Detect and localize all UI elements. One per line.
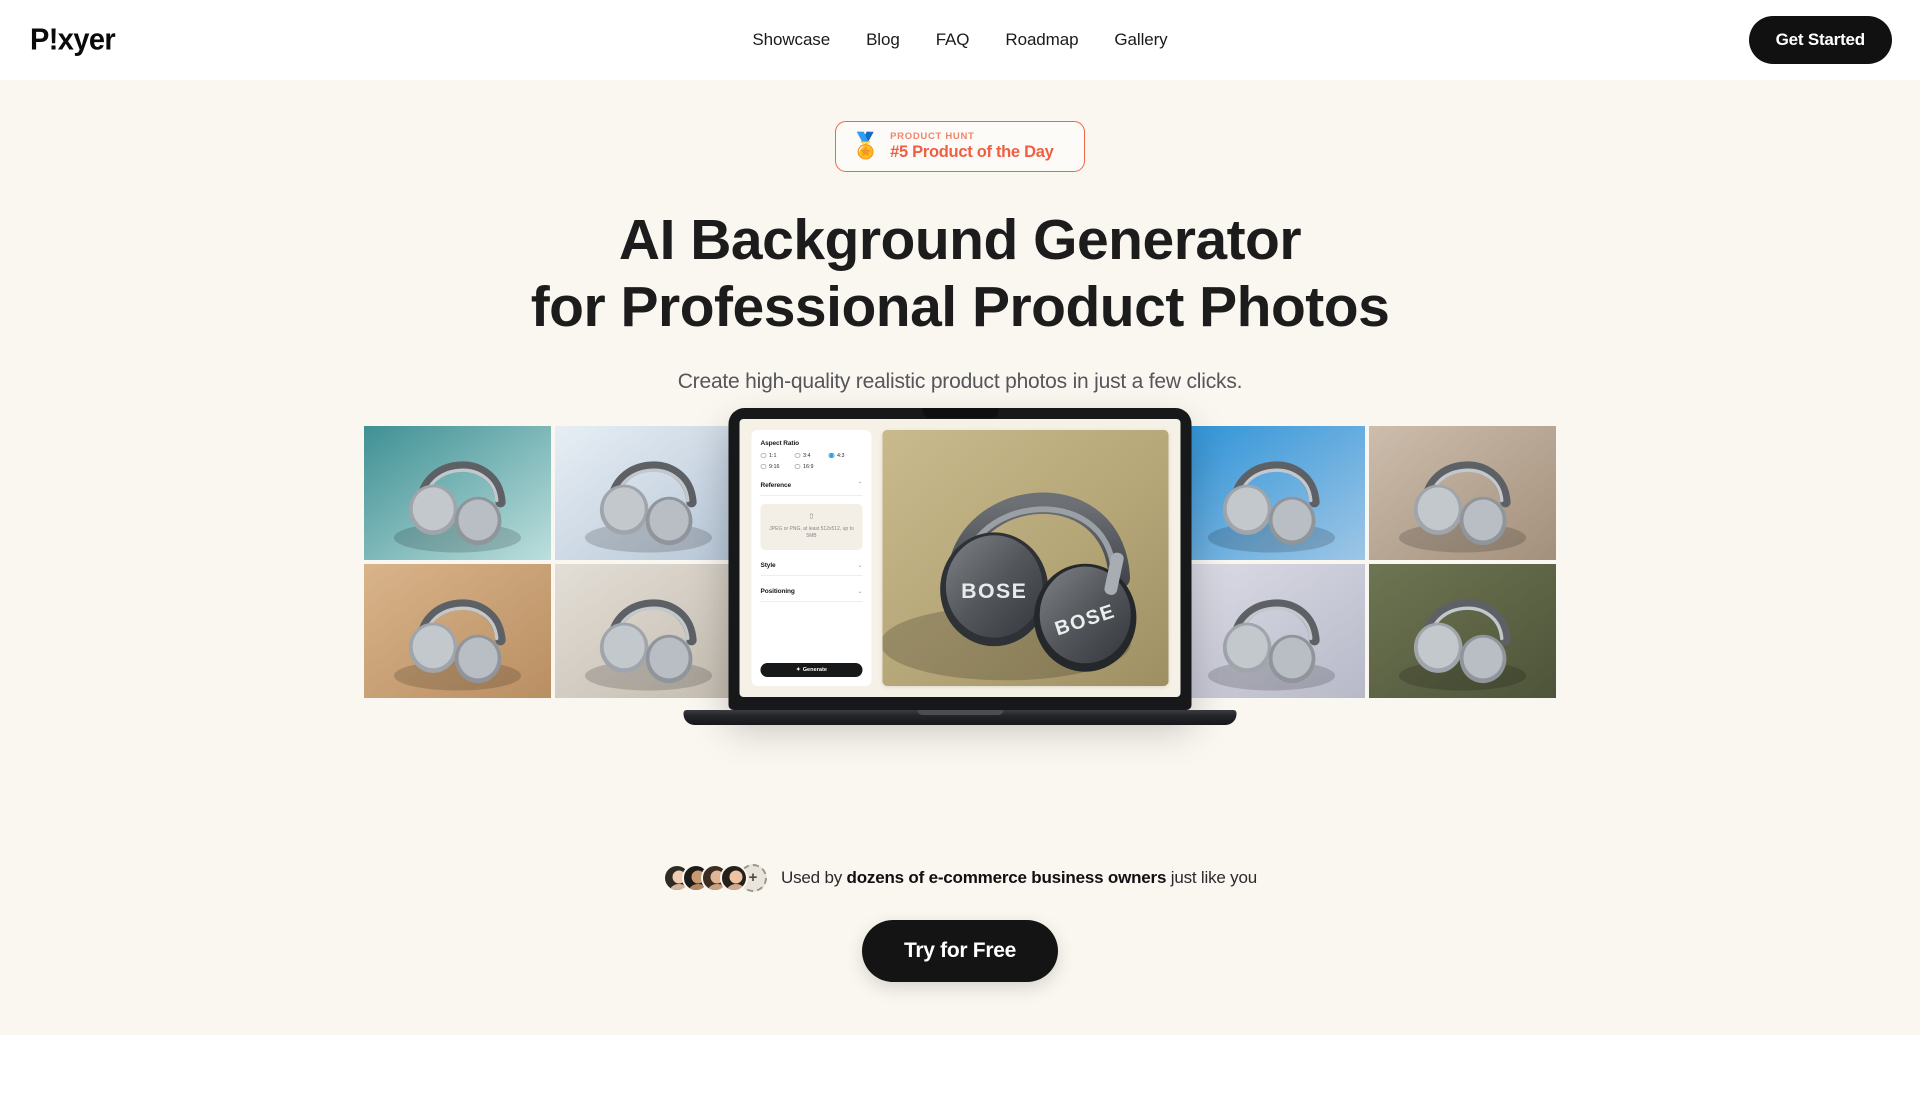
product-hunt-kicker: PRODUCT HUNT bbox=[890, 131, 975, 142]
aspect-ratio-option-3-4[interactable]: 3:4 bbox=[794, 452, 829, 459]
tile-illustration bbox=[1178, 425, 1365, 560]
tile-illustration bbox=[364, 425, 551, 560]
tile-illustration bbox=[555, 425, 742, 560]
tile-illustration bbox=[1369, 425, 1556, 560]
headphones-preview-illustration: BOSE BOSE bbox=[882, 429, 1169, 686]
tile-illustration bbox=[364, 563, 551, 698]
sparkle-icon: ✦ bbox=[796, 666, 801, 673]
generate-button-label: Generate bbox=[802, 666, 827, 673]
social-proof-emphasis: dozens of e-commerce business owners bbox=[846, 867, 1167, 887]
aspect-ratio-option-4-3[interactable]: 4:3 bbox=[828, 452, 863, 459]
nav-link-gallery[interactable]: Gallery bbox=[1114, 30, 1167, 50]
gallery-tile-blue-ice-peaks[interactable] bbox=[1178, 425, 1365, 560]
page-title: AI Background Generator for Professional… bbox=[0, 207, 1920, 342]
nav-link-showcase[interactable]: Showcase bbox=[752, 30, 830, 50]
svg-text:BOSE: BOSE bbox=[961, 578, 1027, 602]
chevron-down-icon: ⌄ bbox=[857, 588, 863, 595]
reference-upload-dropzone[interactable]: ⇧ JPEG or PNG, at least 512x512, up to 5… bbox=[760, 503, 863, 550]
laptop-base bbox=[683, 709, 1237, 725]
nav-link-roadmap[interactable]: Roadmap bbox=[1005, 30, 1078, 50]
generator-control-panel: Aspect Ratio 1:1 3:4 4:3 9:16 16:9 Refer… bbox=[751, 429, 872, 686]
showcase-stage: Aspect Ratio 1:1 3:4 4:3 9:16 16:9 Refer… bbox=[0, 407, 1920, 826]
chevron-down-icon: ⌄ bbox=[857, 562, 863, 569]
aspect-ratio-option-label: 9:16 bbox=[769, 463, 780, 470]
brand-logo[interactable]: P!xyer bbox=[30, 23, 116, 58]
gallery-tile-window-light-linen[interactable] bbox=[555, 563, 742, 698]
tile-illustration bbox=[555, 563, 742, 698]
nav-link-blog[interactable]: Blog bbox=[866, 30, 900, 50]
aspect-ratio-option-label: 4:3 bbox=[837, 452, 845, 459]
style-section-header[interactable]: Style ⌄ bbox=[760, 562, 863, 576]
positioning-label: Positioning bbox=[760, 588, 795, 595]
gallery-tile-cloudscape[interactable] bbox=[555, 425, 742, 560]
aspect-ratio-option-9-16[interactable]: 9:16 bbox=[760, 463, 795, 470]
tile-illustration bbox=[1369, 563, 1556, 698]
try-for-free-button[interactable]: Try for Free bbox=[862, 919, 1058, 982]
aspect-ratio-option-label: 16:9 bbox=[803, 463, 814, 470]
laptop-notch bbox=[922, 407, 998, 418]
social-proof: + Used by dozens of e-commerce business … bbox=[0, 863, 1920, 892]
upload-icon: ⇧ bbox=[808, 511, 815, 521]
panel-spacer bbox=[761, 602, 863, 663]
social-proof-prefix: Used by bbox=[781, 867, 847, 887]
laptop-lid: Aspect Ratio 1:1 3:4 4:3 9:16 16:9 Refer… bbox=[728, 407, 1192, 710]
hero-subheadline: Create high-quality realistic product ph… bbox=[677, 369, 1243, 393]
social-proof-suffix: just like you bbox=[1166, 867, 1257, 887]
laptop-screen: Aspect Ratio 1:1 3:4 4:3 9:16 16:9 Refer… bbox=[739, 418, 1181, 697]
medal-icon: 🏅 bbox=[850, 132, 882, 160]
laptop-mockup: Aspect Ratio 1:1 3:4 4:3 9:16 16:9 Refer… bbox=[683, 407, 1237, 725]
headline-line-1: AI Background Generator bbox=[618, 208, 1302, 272]
gallery-tile-olive-wall-wood[interactable] bbox=[1369, 563, 1556, 698]
nav-link-faq[interactable]: FAQ bbox=[936, 30, 970, 50]
nav-links: Showcase Blog FAQ Roadmap Gallery bbox=[752, 30, 1167, 50]
radio-icon-selected bbox=[828, 452, 834, 459]
aspect-ratio-label: Aspect Ratio bbox=[760, 439, 800, 447]
reference-label: Reference bbox=[760, 481, 792, 489]
social-proof-text: Used by dozens of e-commerce business ow… bbox=[781, 868, 1257, 888]
generate-button[interactable]: ✦ Generate bbox=[760, 662, 863, 677]
gallery-tile-teal-ribbon-abstract[interactable] bbox=[364, 425, 551, 560]
style-label: Style bbox=[760, 562, 776, 569]
chevron-up-icon: ⌃ bbox=[857, 482, 863, 488]
hero-section: 🏅 PRODUCT HUNT #5 Product of the Day AI … bbox=[0, 80, 1920, 1035]
top-navigation-bar: P!xyer Showcase Blog FAQ Roadmap Gallery… bbox=[0, 0, 1920, 80]
radio-icon bbox=[794, 452, 800, 459]
generated-image-preview[interactable]: BOSE BOSE bbox=[882, 429, 1169, 686]
avatar-illustration bbox=[722, 865, 747, 890]
gallery-tile-lavender-studio[interactable] bbox=[1178, 563, 1365, 698]
reference-section-header[interactable]: Reference ⌃ bbox=[760, 481, 863, 496]
avatar-group: + bbox=[663, 863, 768, 892]
gallery-tile-desert-rock-canyon[interactable] bbox=[1369, 425, 1556, 560]
product-hunt-badge[interactable]: 🏅 PRODUCT HUNT #5 Product of the Day bbox=[835, 121, 1085, 172]
product-hunt-title: #5 Product of the Day bbox=[890, 143, 1054, 161]
aspect-ratio-option-label: 1:1 bbox=[769, 452, 777, 459]
aspect-ratio-option-1-1[interactable]: 1:1 bbox=[760, 452, 795, 459]
aspect-ratio-options: 1:1 3:4 4:3 9:16 16:9 bbox=[760, 452, 863, 470]
headline-line-2: for Professional Product Photos bbox=[530, 275, 1390, 340]
get-started-button[interactable]: Get Started bbox=[1748, 16, 1892, 64]
positioning-section-header[interactable]: Positioning ⌄ bbox=[760, 588, 863, 602]
radio-icon bbox=[794, 463, 800, 470]
radio-icon bbox=[760, 452, 766, 459]
aspect-ratio-option-label: 3:4 bbox=[803, 452, 811, 459]
upload-hint-text: JPEG or PNG, at least 512x512, up to 5MB bbox=[769, 525, 854, 539]
gallery-tile-warm-sand-shadow[interactable] bbox=[364, 563, 551, 698]
aspect-ratio-option-16-9[interactable]: 16:9 bbox=[794, 463, 829, 470]
radio-icon bbox=[760, 463, 766, 470]
avatar bbox=[720, 863, 749, 892]
tile-illustration bbox=[1178, 563, 1365, 698]
